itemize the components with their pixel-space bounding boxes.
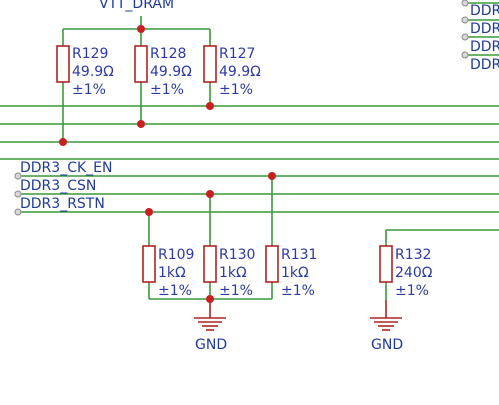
ground-symbol-right — [370, 300, 402, 331]
r128-value: 49.9Ω — [150, 64, 192, 80]
junction-r127 — [206, 102, 214, 110]
r129-ref: R129 — [72, 46, 108, 62]
junction-vtt — [137, 25, 145, 33]
r109-tol: ±1% — [158, 283, 192, 299]
r128-ref: R128 — [150, 46, 186, 62]
schematic-canvas: VTT_DRAM DDR3_CK_EN DDR3_CSN DDR3_RSTN D… — [0, 0, 499, 353]
ground-symbol-left — [194, 299, 226, 331]
junction-r128 — [137, 120, 145, 128]
power-net-label: VTT_DRAM — [99, 0, 174, 12]
r127-ref: R127 — [219, 46, 255, 62]
net-label-ck-en: DDR3_CK_EN — [20, 160, 112, 176]
r109-value: 1kΩ — [158, 265, 186, 281]
pin-right-4[interactable] — [461, 51, 469, 59]
r127-value: 49.9Ω — [219, 64, 261, 80]
right-label-2: DDR — [470, 21, 499, 37]
r131-body[interactable] — [265, 245, 279, 283]
junction-csn — [206, 190, 214, 198]
right-label-4: DDR — [470, 57, 499, 73]
pin-right-1[interactable] — [461, 0, 469, 7]
r109-body[interactable] — [142, 245, 156, 283]
r130-value: 1kΩ — [219, 265, 247, 281]
r129-value: 49.9Ω — [72, 64, 114, 80]
r109-ref: R109 — [158, 247, 194, 263]
gnd-label-left: GND — [195, 337, 227, 353]
r129-body[interactable] — [56, 45, 70, 83]
right-label-1: DDR — [470, 3, 499, 19]
r127-body[interactable] — [203, 45, 217, 83]
r127-tol: ±1% — [219, 82, 253, 98]
r130-ref: R130 — [219, 247, 255, 263]
r131-ref: R131 — [281, 247, 317, 263]
r131-value: 1kΩ — [281, 265, 309, 281]
right-label-3: DDR — [470, 39, 499, 55]
r128-tol: ±1% — [150, 82, 184, 98]
r129-tol: ±1% — [72, 82, 106, 98]
r132-body[interactable] — [379, 245, 393, 283]
net-label-csn: DDR3_CSN — [20, 178, 96, 194]
r132-ref: R132 — [395, 247, 431, 263]
junction-gnd-tie — [206, 295, 214, 303]
r132-tol: ±1% — [395, 283, 429, 299]
gnd-label-right: GND — [371, 337, 403, 353]
net-label-rstn: DDR3_RSTN — [20, 196, 105, 212]
r130-tol: ±1% — [219, 283, 253, 299]
r132-value: 240Ω — [395, 265, 433, 281]
r128-body[interactable] — [134, 45, 148, 83]
junction-rstn — [145, 208, 153, 216]
r130-body[interactable] — [203, 245, 217, 283]
junction-r129 — [59, 138, 67, 146]
junction-ck-en — [268, 172, 276, 180]
pin-right-2[interactable] — [461, 16, 469, 24]
pin-right-3[interactable] — [461, 33, 469, 41]
r131-tol: ±1% — [281, 283, 315, 299]
